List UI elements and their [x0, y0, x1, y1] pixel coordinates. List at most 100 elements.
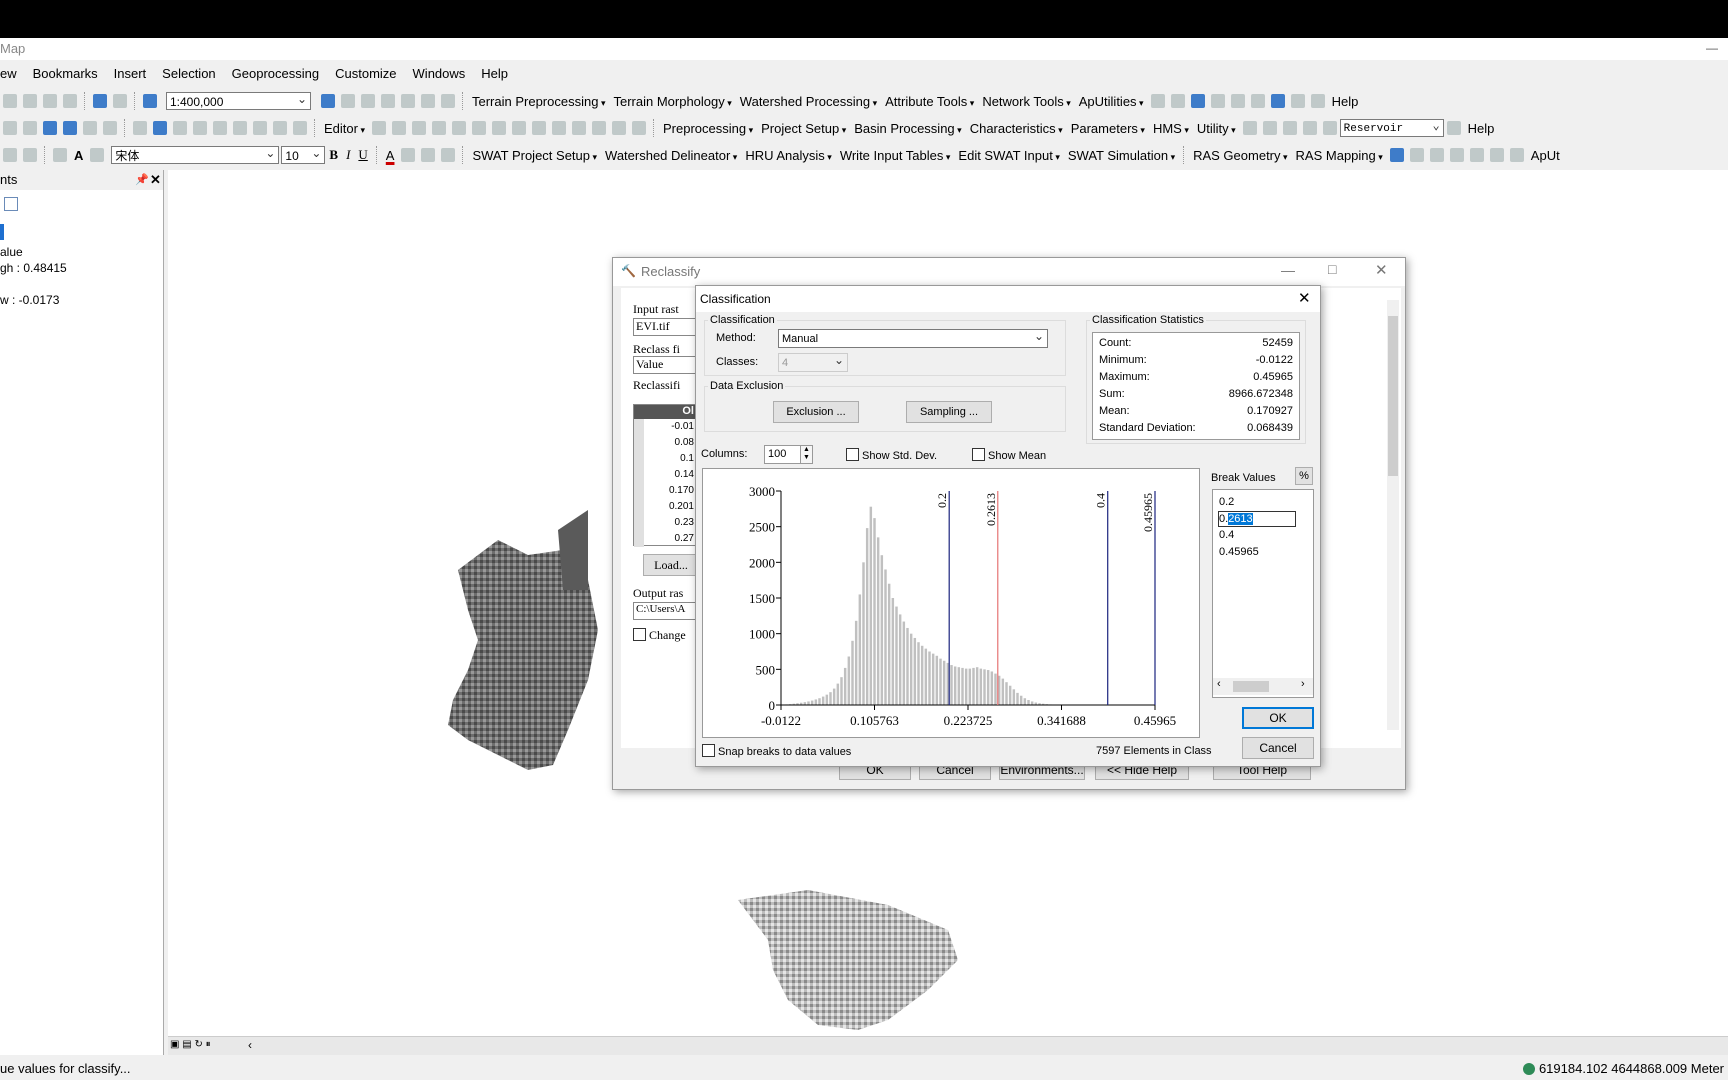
exclusion-button[interactable]: Exclusion ...: [773, 401, 859, 423]
html-popup-icon[interactable]: [193, 121, 207, 135]
menu-ras-geometry[interactable]: RAS Geometry: [1189, 148, 1291, 163]
menu-ras-mapping[interactable]: RAS Mapping: [1292, 148, 1387, 163]
menu-characteristics[interactable]: Characteristics: [966, 121, 1067, 136]
zoom-layer-icon[interactable]: [83, 121, 97, 135]
reservoir-combo[interactable]: Reservoir: [1339, 117, 1444, 137]
time-slider-icon[interactable]: [273, 121, 287, 135]
reclass-table[interactable]: Ol -0.01 0.08 0.1 0.14 0.170 0.201 0.23 …: [633, 404, 699, 547]
snap-breaks-checkbox[interactable]: Snap breaks to data values: [702, 744, 851, 758]
menu-swat-simulation[interactable]: SWAT Simulation: [1064, 148, 1179, 163]
menu-watershed-processing[interactable]: Watershed Processing: [736, 94, 881, 109]
scroll-right-icon[interactable]: ›: [1301, 678, 1305, 690]
method-select[interactable]: Manual: [778, 327, 1048, 348]
edit-tool-icon[interactable]: [372, 121, 386, 135]
reshape-icon[interactable]: [512, 121, 526, 135]
break-value-item[interactable]: 0.2: [1219, 494, 1313, 511]
back-extent-icon[interactable]: [43, 121, 57, 135]
columns-spinner[interactable]: ▲ ▼: [800, 445, 813, 464]
rotate-icon[interactable]: [572, 121, 586, 135]
flag-icon[interactable]: [1290, 94, 1305, 108]
attributes-icon[interactable]: [592, 121, 606, 135]
menu-terrain-preprocessing[interactable]: Terrain Preprocessing: [468, 94, 609, 109]
histogram-panel[interactable]: 0 500 1000 1500 2000 2500 3000 -0.0122 0.105763 0…: [702, 468, 1200, 738]
trace-edit-icon[interactable]: [452, 121, 466, 135]
break-values-list[interactable]: 0.2 0.2613 0.4 0.45965 ‹ ›: [1212, 489, 1314, 698]
xy-icon[interactable]: [253, 121, 267, 135]
hms-tool-1-icon[interactable]: [1242, 121, 1257, 135]
menu-project-setup[interactable]: Project Setup: [757, 121, 850, 136]
sampling-button[interactable]: Sampling ...: [906, 401, 992, 423]
menu-windows[interactable]: Windows: [405, 66, 474, 81]
break-values-hscroll[interactable]: ‹ ›: [1213, 678, 1313, 695]
show-mean-checkbox[interactable]: Show Mean: [972, 448, 1046, 462]
line-color-icon[interactable]: [421, 148, 436, 162]
scroll-left-icon[interactable]: ‹: [1217, 678, 1221, 690]
table-row[interactable]: 0.27: [644, 531, 694, 547]
menu-attribute-tools[interactable]: Attribute Tools: [881, 94, 978, 109]
hms-tool-5-icon[interactable]: [1322, 121, 1337, 135]
sketch-properties-icon[interactable]: [612, 121, 626, 135]
map-scale-combo[interactable]: 1:400,000: [166, 90, 311, 110]
break-value-item[interactable]: 0.4: [1219, 527, 1313, 544]
menu-network-tools[interactable]: Network Tools: [978, 94, 1074, 109]
menu-geoprocessing[interactable]: Geoprocessing: [224, 66, 327, 81]
underline-button[interactable]: U: [354, 147, 371, 163]
delete-icon[interactable]: [63, 94, 77, 108]
toolbar1-help[interactable]: Help: [1328, 94, 1363, 109]
search-window-icon[interactable]: [381, 94, 395, 108]
maximize-button[interactable]: □: [1328, 261, 1336, 277]
identify-icon[interactable]: [153, 121, 167, 135]
straight-segment-icon[interactable]: [412, 121, 426, 135]
route-icon[interactable]: [233, 121, 247, 135]
add-data-icon[interactable]: [143, 94, 157, 108]
table-of-contents-icon[interactable]: [341, 94, 355, 108]
arctoolbox-icon[interactable]: [401, 94, 415, 108]
hms-tool-4-icon[interactable]: [1302, 121, 1317, 135]
lightning-icon[interactable]: [173, 121, 187, 135]
create-features-icon[interactable]: [632, 121, 646, 135]
minimize-icon[interactable]: —: [1706, 38, 1718, 58]
menu-edit-swat-input[interactable]: Edit SWAT Input: [954, 148, 1063, 163]
point-delineation-icon[interactable]: [1190, 94, 1205, 108]
menu-write-input-tables[interactable]: Write Input Tables: [836, 148, 955, 163]
italic-button[interactable]: I: [342, 147, 354, 163]
menu-basin-processing[interactable]: Basin Processing: [850, 121, 965, 136]
pencil-icon[interactable]: [1310, 94, 1325, 108]
data-view-icon[interactable]: ▣ ▤ ↻ ⏸: [170, 1039, 211, 1050]
close-button[interactable]: ✕: [1375, 261, 1388, 279]
classification-cancel-button[interactable]: Cancel: [1242, 737, 1314, 759]
map-horizontal-scrollbar[interactable]: ▣ ▤ ↻ ⏸ ‹: [168, 1036, 1728, 1055]
point-icon[interactable]: [472, 121, 486, 135]
menu-hru-analysis[interactable]: HRU Analysis: [741, 148, 836, 163]
viewer-icon[interactable]: [293, 121, 307, 135]
menu-aputilities-2[interactable]: ApUt: [1527, 148, 1564, 163]
undo-icon[interactable]: [93, 94, 107, 108]
hydro-tool-icon[interactable]: [1150, 94, 1165, 108]
full-extent-icon[interactable]: [3, 121, 17, 135]
classification-ok-button[interactable]: OK: [1242, 707, 1314, 729]
table-row[interactable]: -0.01: [644, 419, 694, 435]
menu-editor[interactable]: Editor: [320, 121, 369, 136]
font-size-combo[interactable]: 10: [281, 144, 326, 164]
menu-insert[interactable]: Insert: [106, 66, 155, 81]
marker-color-icon[interactable]: [441, 148, 456, 162]
columns-input[interactable]: 100: [764, 445, 803, 464]
menu-aputilities[interactable]: ApUtilities: [1075, 94, 1148, 109]
copy-icon[interactable]: [23, 94, 37, 108]
minimize-button[interactable]: —: [1281, 262, 1295, 278]
menu-help[interactable]: Help: [473, 66, 516, 81]
redo-icon[interactable]: [113, 94, 127, 108]
ras-tool-6-icon[interactable]: [1489, 148, 1504, 162]
change-missing-checkbox[interactable]: Change: [633, 628, 686, 643]
menu-watershed-delineator[interactable]: Watershed Delineator: [601, 148, 741, 163]
draw-edit-icon[interactable]: [90, 148, 105, 162]
flow-path-icon[interactable]: [1170, 94, 1185, 108]
find-icon[interactable]: [213, 121, 227, 135]
ras-tool-3-icon[interactable]: [1429, 148, 1444, 162]
show-std-dev-checkbox[interactable]: Show Std. Dev.: [846, 448, 937, 462]
pencil-icon[interactable]: [1446, 121, 1461, 135]
menu-utility[interactable]: Utility: [1193, 121, 1240, 136]
new-text-icon[interactable]: A: [70, 148, 87, 163]
hms-tool-2-icon[interactable]: [1262, 121, 1277, 135]
ras-tool-2-icon[interactable]: [1409, 148, 1424, 162]
